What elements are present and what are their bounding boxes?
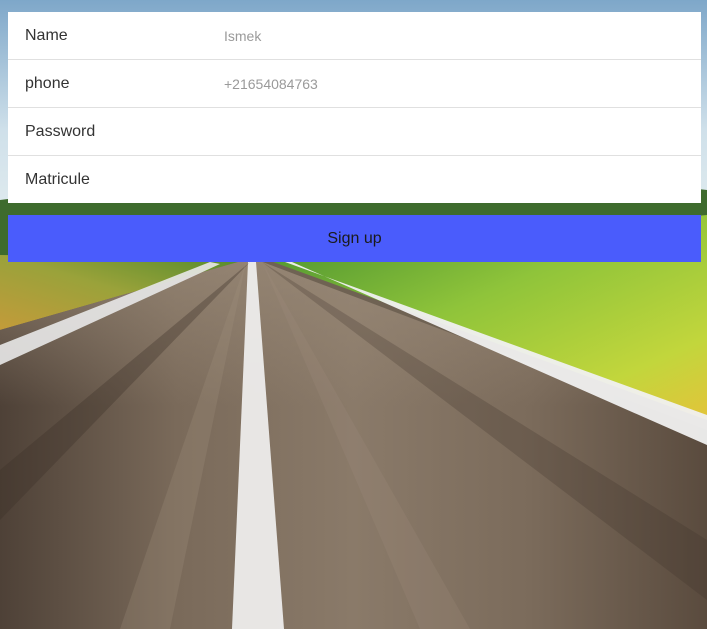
password-input[interactable] [224, 118, 684, 146]
password-row: Password [8, 108, 701, 156]
sign-up-button[interactable]: Sign up [8, 215, 701, 262]
matricule-label: Matricule [25, 171, 90, 188]
matricule-row: Matricule [8, 156, 701, 203]
signup-screen: Name phone Password Matricule Sign up [0, 0, 707, 629]
signup-form: Name phone Password Matricule [8, 12, 701, 203]
phone-input[interactable] [224, 70, 684, 98]
name-input[interactable] [224, 22, 684, 50]
name-row: Name [8, 12, 701, 60]
matricule-input[interactable] [224, 166, 684, 194]
password-label: Password [25, 123, 96, 140]
phone-label: phone [25, 75, 70, 92]
phone-row: phone [8, 60, 701, 108]
name-label: Name [25, 27, 68, 44]
